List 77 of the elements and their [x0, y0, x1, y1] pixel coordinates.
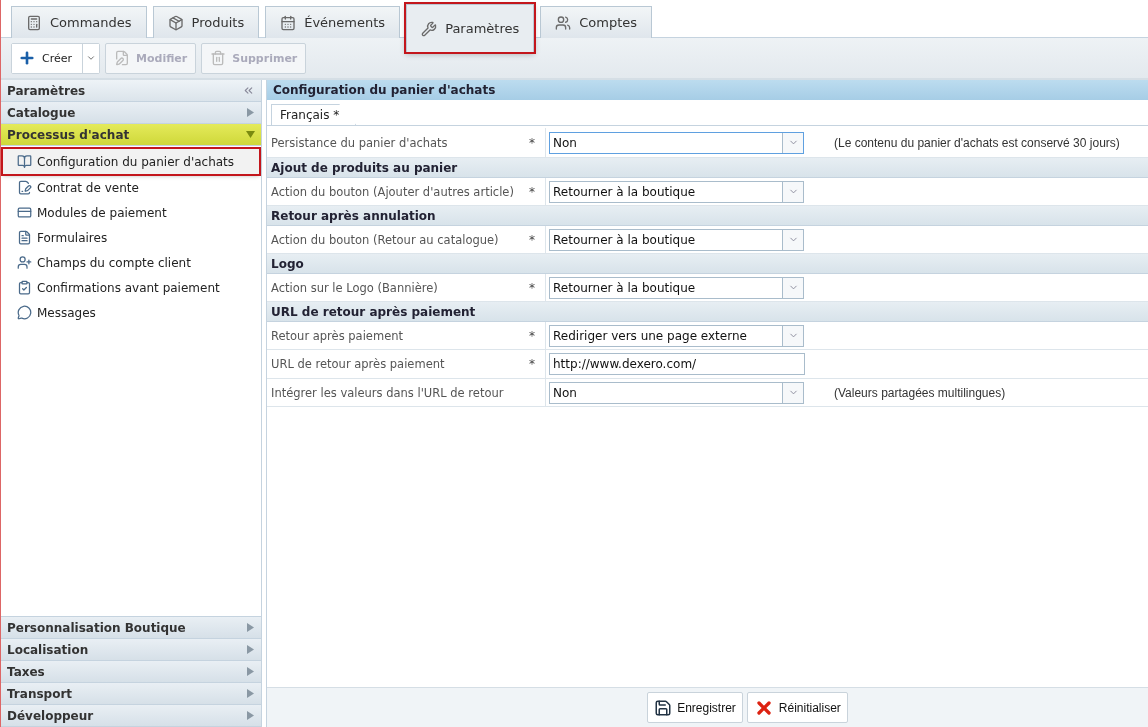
- sidebar-section[interactable]: Personnalisation Boutique: [1, 617, 261, 639]
- language-tab[interactable]: Français *: [271, 104, 357, 125]
- field-note: (Valeurs partagées multilingues): [834, 385, 1006, 400]
- sidebar-item[interactable]: Confirmations avant paiement: [3, 275, 259, 300]
- required-mark: *: [529, 328, 536, 343]
- create-button[interactable]: Créer: [12, 43, 84, 73]
- nav-tab[interactable]: Événements: [265, 6, 401, 38]
- package-icon: [167, 14, 184, 31]
- sidebar-section[interactable]: Taxes: [1, 661, 261, 683]
- expand-arrow-icon: [246, 711, 255, 720]
- panel-title: Configuration du panier d'achats: [267, 80, 1148, 100]
- user-add-icon: [17, 255, 32, 270]
- expand-arrow-icon: [246, 108, 255, 117]
- calendar-icon: [280, 14, 297, 31]
- save-button[interactable]: Enregistrer: [647, 692, 743, 723]
- users-icon: [555, 14, 572, 31]
- nav-tab[interactable]: Commandes: [11, 6, 147, 38]
- field-label: URL de retour après paiement: [270, 356, 446, 373]
- calculator-icon: [26, 14, 42, 31]
- checklist-icon: [17, 280, 32, 295]
- create-split-button[interactable]: Créer: [11, 42, 101, 74]
- select-field[interactable]: Rediriger vers une page externe: [549, 324, 804, 347]
- field-note: (Le contenu du panier d'achats est conservé 30 jours): [834, 135, 1120, 150]
- card-icon: [17, 205, 32, 220]
- wrench-icon: [421, 20, 438, 37]
- nav-tab[interactable]: Paramètres: [406, 4, 535, 52]
- form-icon: [17, 230, 32, 245]
- field-label: Action sur le Logo (Bannière): [270, 279, 439, 297]
- plus-icon: [18, 49, 36, 67]
- sidebar-item[interactable]: Messages: [3, 300, 259, 325]
- book-icon: [17, 154, 32, 169]
- sidebar-section[interactable]: Transport: [1, 683, 261, 705]
- expand-arrow-icon: [246, 645, 255, 654]
- collapse-icon[interactable]: [242, 84, 255, 97]
- field-label: Intégrer les valeurs dans l'URL de retour: [270, 384, 505, 402]
- input-field[interactable]: http://www.dexero.com/: [549, 353, 805, 375]
- field-label: Persistance du panier d'achats: [270, 134, 449, 152]
- required-mark: *: [529, 357, 536, 371]
- collapse-arrow-icon: [246, 130, 255, 139]
- section-header: Logo: [267, 254, 1148, 274]
- required-mark: *: [529, 184, 536, 199]
- sidebar-item[interactable]: Configuration du panier d'achats: [3, 149, 259, 174]
- section-header: Retour après annulation: [267, 206, 1148, 226]
- select-field[interactable]: Retourner à la boutique: [549, 276, 804, 299]
- field-label: Retour après paiement: [270, 327, 404, 345]
- required-mark: *: [529, 232, 536, 247]
- pencil-document-icon: [114, 50, 131, 66]
- signed-document-icon: [17, 180, 32, 195]
- expand-arrow-icon: [246, 689, 255, 698]
- caret-icon: [86, 53, 97, 63]
- sidebar-section[interactable]: Localisation: [1, 639, 261, 661]
- field-label: Action du bouton (Ajouter d'autres article): [270, 183, 515, 201]
- speech-bubble-icon: [17, 305, 32, 320]
- nav-tab[interactable]: Comptes: [540, 6, 653, 38]
- select-field[interactable]: Non: [549, 131, 804, 154]
- select-field[interactable]: Retourner à la boutique: [549, 228, 804, 251]
- sidebar-item[interactable]: Formulaires: [3, 225, 259, 250]
- required-mark: *: [529, 135, 536, 150]
- sidebar-section[interactable]: Processus d'achat: [1, 124, 261, 146]
- sidebar-item[interactable]: Modules de paiement: [3, 200, 259, 225]
- sidebar-section[interactable]: Catalogue: [1, 102, 261, 124]
- section-header: URL de retour après paiement: [267, 302, 1148, 322]
- section-header: Ajout de produits au panier: [267, 158, 1148, 178]
- expand-arrow-icon: [246, 667, 255, 676]
- select-field[interactable]: Retourner à la boutique: [549, 180, 804, 203]
- field-label: Action du bouton (Retour au catalogue): [270, 231, 500, 249]
- select-field[interactable]: Non: [549, 381, 804, 404]
- sidebar-title: Paramètres: [7, 83, 86, 98]
- reset-button[interactable]: Réinitialiser: [746, 692, 848, 723]
- required-mark: *: [529, 280, 536, 295]
- sidebar-item[interactable]: Contrat de vente: [3, 175, 259, 200]
- save-icon: [654, 698, 673, 717]
- trash-icon: [210, 50, 227, 66]
- expand-arrow-icon: [246, 623, 255, 632]
- sidebar-item[interactable]: Champs du compte client: [3, 250, 259, 275]
- sidebar-section[interactable]: Développeur: [1, 705, 261, 727]
- nav-tab[interactable]: Produits: [152, 6, 260, 38]
